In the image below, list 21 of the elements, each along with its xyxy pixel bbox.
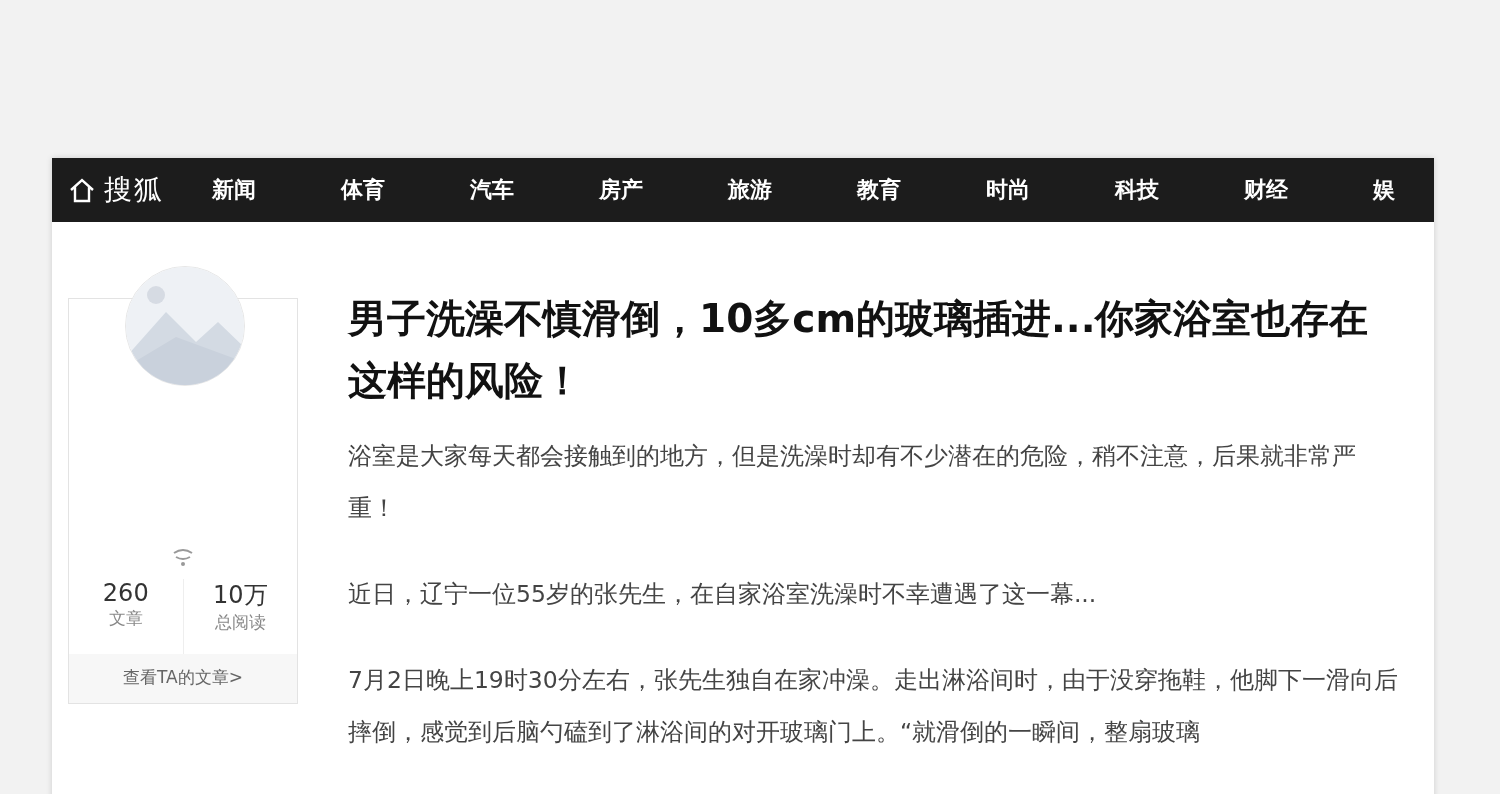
nav-link[interactable]: 旅游	[728, 175, 857, 205]
article-paragraph: 浴室是大家每天都会接触到的地方，但是洗澡时却有不少潜在的危险，稍不注意，后果就非常严重！	[348, 441, 1357, 524]
nav-link[interactable]: 教育	[857, 175, 986, 205]
nav-link[interactable]: 科技	[1115, 175, 1244, 205]
stat-label: 文章	[108, 607, 143, 630]
nav-link[interactable]: 时尚	[986, 175, 1115, 205]
stat-label: 总阅读	[214, 611, 266, 634]
nav-link[interactable]: 汽车	[470, 175, 599, 205]
nav-link[interactable]: 房产	[599, 175, 728, 205]
article-title: 男子洗澡不慎滑倒，10多cm的玻璃插进...你家浴室也存在这样的风险！	[348, 295, 1370, 405]
stat-value: 10万	[212, 580, 268, 611]
nav-link[interactable]: 体育	[341, 175, 470, 205]
nav-link[interactable]: 新闻	[212, 175, 341, 205]
article-paragraph: 近日，辽宁一位55岁的张先生，在自家浴室洗澡时不幸遭遇了这一幕...	[348, 579, 1098, 610]
site-logo[interactable]: 搜狐	[104, 171, 164, 209]
article-paragraph: 7月2日晚上19时30分左右，张先生独自在家冲澡。走出淋浴间时，由于没穿拖鞋，他脚下一滑向后摔倒，感觉到后脑勺磕到了淋浴间的对开玻璃门上。“就滑倒的一瞬间，整扇玻璃	[348, 665, 1398, 748]
home-icon[interactable]	[68, 176, 96, 204]
nav-link[interactable]: 财经	[1244, 175, 1373, 205]
stat-value: 260	[102, 579, 149, 607]
author-articles-link[interactable]: 查看TA的文章>	[69, 654, 297, 703]
nav-link[interactable]: 娱	[1373, 175, 1434, 205]
